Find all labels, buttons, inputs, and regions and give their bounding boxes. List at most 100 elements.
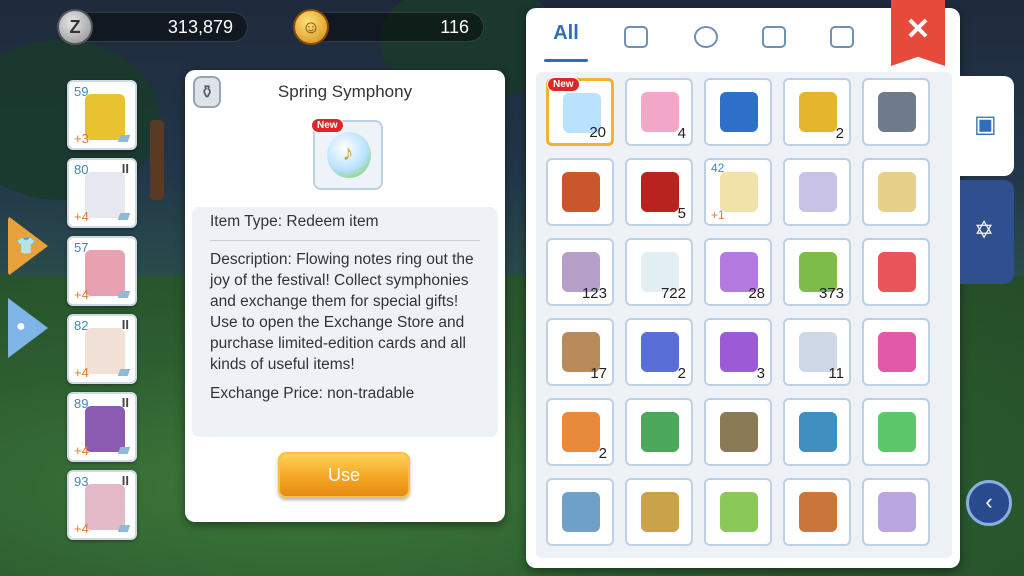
inventory-item[interactable]: 722: [625, 238, 693, 306]
item-quantity: 123: [581, 285, 607, 302]
side-tab-hexagram[interactable]: ✡: [960, 180, 1014, 284]
inventory-item[interactable]: [862, 238, 930, 306]
inventory-item[interactable]: 42 +1: [704, 158, 772, 226]
inventory-item[interactable]: 28: [704, 238, 772, 306]
inventory-item[interactable]: [862, 78, 930, 146]
tab-all[interactable]: All: [536, 22, 596, 62]
item-quantity: 17: [590, 365, 607, 382]
hexagram-tab-icon: ✡: [974, 217, 995, 244]
hero-figure-icon: [799, 172, 837, 212]
inventory-item[interactable]: [783, 398, 851, 466]
inventory-item[interactable]: 17: [546, 318, 614, 386]
zeny-icon: Z: [57, 9, 93, 45]
item-level: 42: [711, 161, 725, 175]
tab-materials[interactable]: [744, 22, 804, 58]
card-slot-icon: [117, 135, 131, 142]
item-quantity: 2: [835, 125, 844, 142]
close-button[interactable]: ✕: [891, 0, 945, 66]
inventory-item[interactable]: 2: [546, 398, 614, 466]
glove-icon: [85, 484, 125, 530]
inventory-item[interactable]: 2: [783, 78, 851, 146]
gold-armor-icon: [85, 94, 125, 140]
gold-statue-icon: [641, 492, 679, 532]
tab-consumables[interactable]: [676, 22, 736, 58]
spotted-egg-icon: [878, 172, 916, 212]
angel-icon: [720, 172, 758, 212]
inventory-item[interactable]: [546, 158, 614, 226]
inventory-item[interactable]: 4: [625, 78, 693, 146]
inventory-item[interactable]: [704, 478, 772, 546]
blue-card-pack-icon: [641, 332, 679, 372]
shirt-icon: [624, 26, 648, 48]
equipment-refine: +4: [74, 443, 89, 458]
inventory-item[interactable]: 11: [783, 318, 851, 386]
equipment-slot[interactable]: 89 II +4: [67, 392, 137, 462]
equipment-tab-button[interactable]: 👕: [8, 216, 48, 276]
item-title: Spring Symphony: [277, 82, 413, 101]
equipment-slot[interactable]: 82 II +4: [67, 314, 137, 384]
backpack-icon: [641, 412, 679, 452]
sheriff-badge-icon: [562, 412, 600, 452]
inventory-item[interactable]: [704, 398, 772, 466]
item-quantity: 28: [748, 285, 765, 302]
equipment-slot[interactable]: 57 +4: [67, 236, 137, 306]
cat-coin-currency: ☺ 116: [293, 9, 484, 45]
background-post: [150, 120, 164, 200]
card-slot-icon: [117, 369, 131, 376]
inventory-item[interactable]: 373: [783, 238, 851, 306]
inventory-item[interactable]: 5: [625, 158, 693, 226]
zeny-currency: Z 313,879: [57, 9, 248, 45]
equipment-slot[interactable]: 59 +3: [67, 80, 137, 150]
magic-mirror-icon: [799, 412, 837, 452]
bird-pet-icon: [562, 172, 600, 212]
inventory-item[interactable]: 123: [546, 238, 614, 306]
equipment-slot[interactable]: 93 II +4: [67, 470, 137, 540]
blue-shield-card-icon: [720, 92, 758, 132]
item-description: Description: Flowing notes ring out the …: [210, 251, 474, 373]
inventory-item[interactable]: [625, 398, 693, 466]
card-slot-icon: [117, 291, 131, 298]
item-info-box: Item Type: Redeem item Description: Flow…: [192, 207, 498, 437]
purple-card-pack-icon: [720, 332, 758, 372]
card-slot-icon: [117, 213, 131, 220]
inventory-item[interactable]: [862, 398, 930, 466]
spell-book-icon: [562, 492, 600, 532]
equipment-refine: +4: [74, 287, 89, 302]
item-quantity: 722: [660, 285, 686, 302]
inventory-item[interactable]: [862, 158, 930, 226]
use-button[interactable]: Use: [278, 452, 410, 498]
inventory-item[interactable]: [783, 478, 851, 546]
inventory-item[interactable]: [625, 478, 693, 546]
inventory-item[interactable]: 2: [625, 318, 693, 386]
red-gift-box-icon: [878, 252, 916, 292]
inventory-item[interactable]: [546, 478, 614, 546]
inventory-item[interactable]: [704, 78, 772, 146]
equipment-refine: +3: [74, 131, 89, 146]
side-tab-bag[interactable]: ▣: [960, 76, 1014, 176]
back-button[interactable]: ‹: [966, 480, 1012, 526]
cat-coin-icon: ☺: [293, 9, 329, 45]
new-badge: New: [547, 77, 580, 92]
item-quantity: 20: [589, 124, 606, 141]
inventory-item[interactable]: 20 New: [546, 77, 614, 146]
item-price: Exchange Price: non-tradable: [210, 385, 415, 402]
inventory-item[interactable]: 3: [704, 318, 772, 386]
item-quantity: 11: [828, 365, 844, 382]
boots-icon: [85, 328, 125, 374]
inventory-item[interactable]: [783, 158, 851, 226]
potion-icon: [694, 26, 718, 48]
item-quantity: 2: [598, 445, 607, 462]
zeny-amount: 313,879: [167, 16, 233, 37]
tab-equipment[interactable]: [606, 22, 666, 58]
inventory-item[interactable]: [862, 318, 930, 386]
treasure-plate-icon: [720, 412, 758, 452]
equipment-slot[interactable]: 80 II +4: [67, 158, 137, 228]
tab-cards[interactable]: [812, 22, 872, 58]
item-type: Item Type: Redeem item: [210, 211, 480, 241]
inventory-item[interactable]: [862, 478, 930, 546]
cape-icon: [85, 250, 125, 296]
item-quantity: 4: [677, 125, 686, 142]
music-note-icon: ♪: [342, 140, 354, 165]
gold-card-album-icon: [878, 332, 916, 372]
equipment-refine: +4: [74, 521, 89, 536]
